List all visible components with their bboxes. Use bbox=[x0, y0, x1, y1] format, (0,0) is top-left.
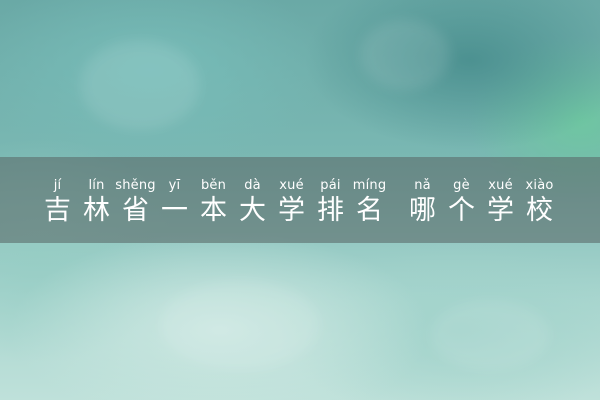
banner-canvas: jí 吉 lín 林 shěng 省 yī 一 běn 本 dà 大 xué 学… bbox=[0, 0, 600, 400]
hanzi: 吉 bbox=[44, 195, 71, 226]
hanzi: 哪 bbox=[409, 195, 436, 226]
hanzi: 大 bbox=[239, 195, 266, 226]
title-char: shěng 省 bbox=[115, 178, 156, 228]
title-char: xué 学 bbox=[272, 178, 311, 228]
pinyin: běn bbox=[200, 178, 227, 193]
title-char: jí 吉 bbox=[38, 178, 77, 228]
pinyin: gè bbox=[453, 178, 470, 193]
bokeh-light bbox=[360, 20, 450, 90]
title-char: xué 学 bbox=[481, 178, 520, 228]
hanzi: 学 bbox=[278, 195, 305, 226]
title-char: dà 大 bbox=[233, 178, 272, 228]
pinyin: xué bbox=[488, 178, 513, 193]
pinyin: dà bbox=[244, 178, 261, 193]
hanzi: 林 bbox=[83, 195, 110, 226]
pinyin: xué bbox=[279, 178, 304, 193]
bokeh-light bbox=[430, 300, 550, 370]
hanzi: 本 bbox=[200, 195, 227, 226]
title-char: xiào 校 bbox=[520, 178, 559, 228]
hanzi: 学 bbox=[487, 195, 514, 226]
pinyin: míng bbox=[352, 178, 387, 193]
hanzi: 排 bbox=[317, 195, 344, 226]
hanzi: 校 bbox=[526, 195, 553, 226]
title-char: nǎ 哪 bbox=[403, 178, 442, 228]
title-char: pái 排 bbox=[311, 178, 350, 228]
pinyin: lín bbox=[88, 178, 105, 193]
title-char: lín 林 bbox=[77, 178, 116, 228]
pinyin: yī bbox=[168, 178, 181, 193]
page-title: jí 吉 lín 林 shěng 省 yī 一 běn 本 dà 大 xué 学… bbox=[38, 178, 559, 228]
pinyin: xiào bbox=[525, 178, 554, 193]
bokeh-light bbox=[160, 280, 320, 370]
pinyin: pái bbox=[320, 178, 341, 193]
hanzi: 名 bbox=[356, 195, 383, 226]
hanzi: 省 bbox=[122, 195, 149, 226]
pinyin: jí bbox=[53, 178, 62, 193]
title-char: gè 个 bbox=[442, 178, 481, 228]
hanzi: 个 bbox=[448, 195, 475, 226]
bokeh-light bbox=[80, 40, 200, 130]
pinyin: nǎ bbox=[414, 178, 431, 193]
title-char: yī 一 bbox=[155, 178, 194, 228]
title-char: běn 本 bbox=[194, 178, 233, 228]
hanzi: 一 bbox=[161, 195, 188, 226]
title-char: míng 名 bbox=[350, 178, 389, 228]
pinyin: shěng bbox=[115, 178, 156, 193]
